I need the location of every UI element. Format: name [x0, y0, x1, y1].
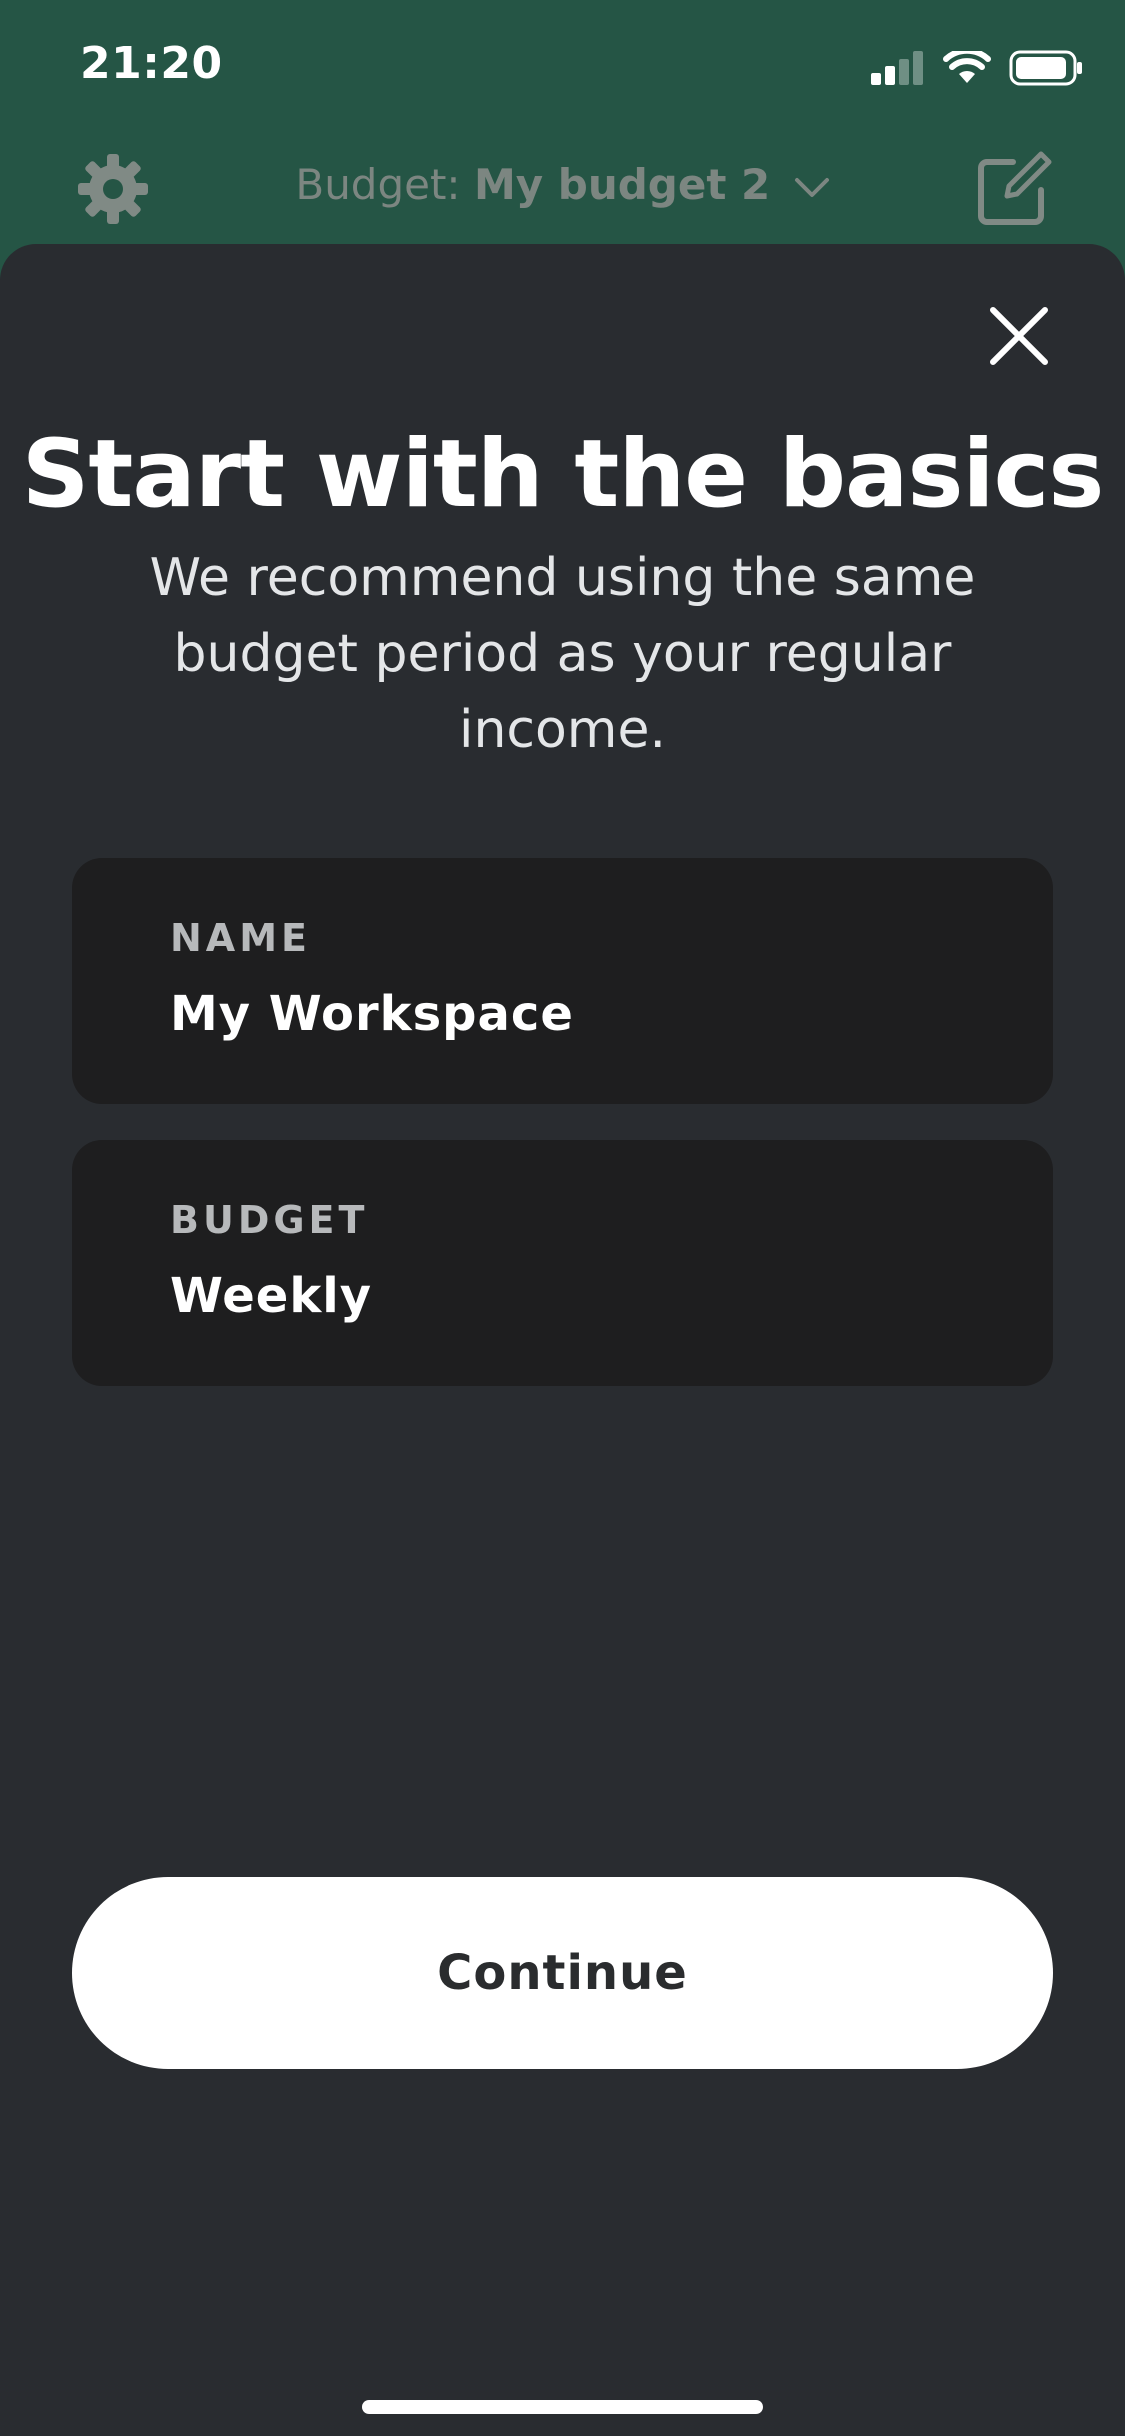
battery-icon — [1009, 50, 1082, 86]
basics-sheet: Start with the basics We recommend using… — [0, 244, 1125, 2436]
budget-name: My budget 2 — [473, 160, 771, 209]
close-icon[interactable] — [987, 304, 1051, 368]
edit-icon[interactable] — [977, 150, 1053, 226]
sheet-title: Start with the basics — [21, 420, 1105, 529]
sheet-subtitle: We recommend using the same budget perio… — [149, 548, 976, 760]
budget-period-label: BUDGET — [170, 1198, 369, 1242]
wifi-icon — [943, 51, 991, 83]
budget-period-value: Weekly — [170, 1268, 373, 1324]
name-field-value: My Workspace — [170, 986, 574, 1042]
home-indicator — [362, 2400, 763, 2414]
continue-button[interactable]: Continue — [72, 1877, 1053, 2069]
screen: 21:20 Budget: My budget 2 Start with the… — [0, 0, 1125, 2436]
name-field[interactable]: NAME My Workspace — [72, 858, 1053, 1104]
budget-selector[interactable]: Budget: My budget 2 — [0, 160, 1125, 209]
signal-icon — [871, 51, 923, 85]
status-time: 21:20 — [80, 38, 223, 89]
name-field-label: NAME — [170, 916, 311, 960]
chevron-down-icon — [794, 177, 829, 197]
budget-period-field[interactable]: BUDGET Weekly — [72, 1140, 1053, 1386]
status-icons — [871, 50, 1083, 86]
budget-label: Budget: — [295, 160, 461, 209]
